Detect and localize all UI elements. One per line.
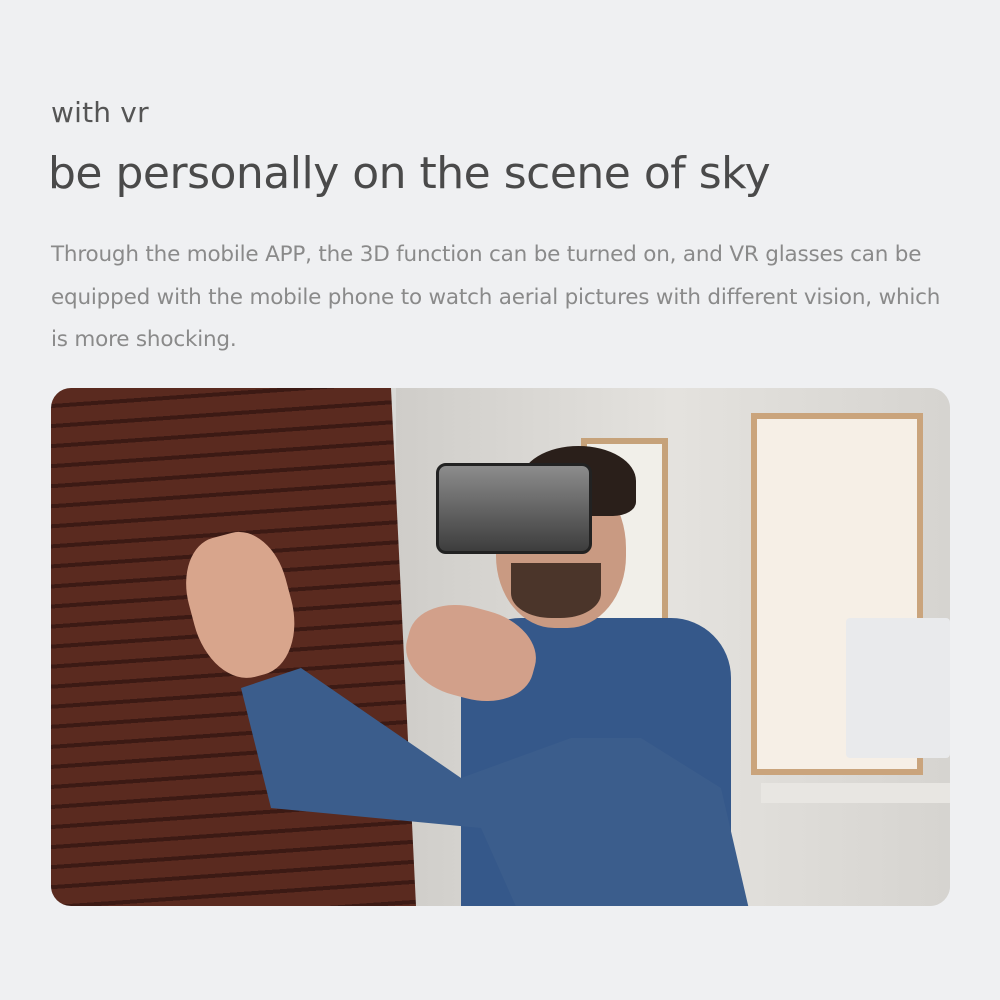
section-description: Through the mobile APP, the 3D function … (51, 242, 941, 352)
section-title: be personally on the scene of sky (48, 148, 771, 199)
desk (761, 783, 950, 803)
man-beard (511, 563, 601, 618)
vr-headset (436, 463, 592, 554)
vr-user-photo (51, 388, 950, 906)
section-subtitle: with vr (51, 96, 149, 129)
monitor (846, 618, 950, 758)
